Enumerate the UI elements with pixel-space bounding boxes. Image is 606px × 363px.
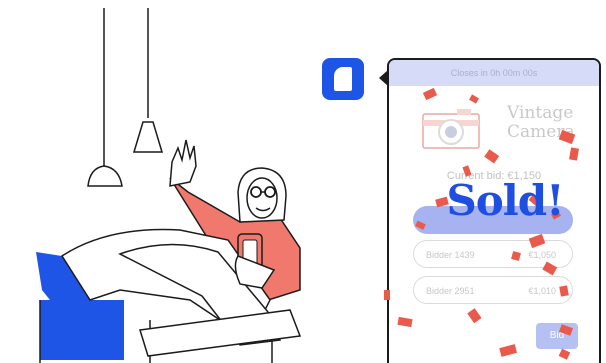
sold-label: Sold!	[446, 176, 564, 225]
auction-sold-scene: Closes in 0h 00m 00s Vintage Camera Curr…	[0, 0, 606, 363]
